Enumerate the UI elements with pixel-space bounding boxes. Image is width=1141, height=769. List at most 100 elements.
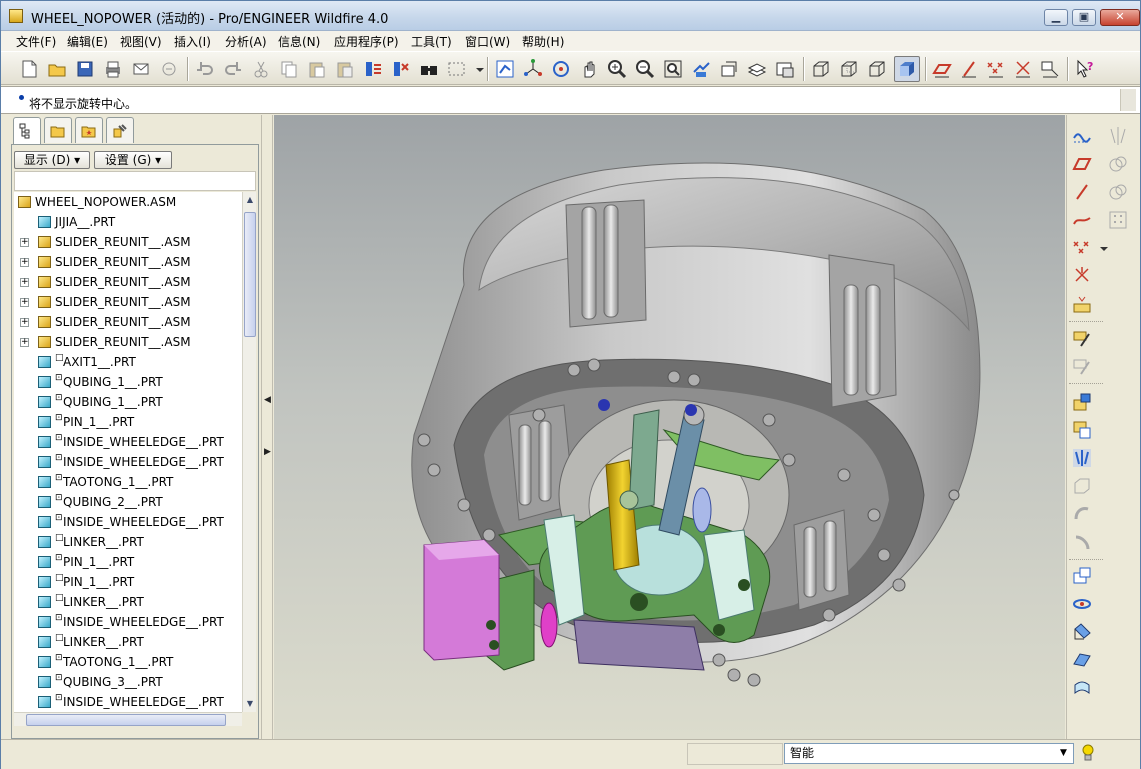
plane-icon[interactable] — [1071, 153, 1093, 175]
scroll-down-icon[interactable]: ▼ — [244, 698, 256, 710]
scroll-up-icon[interactable]: ▲ — [244, 194, 256, 206]
menu-applications[interactable]: 应用程序(P) — [334, 33, 399, 50]
tab-connections[interactable] — [106, 117, 134, 143]
expand-right-icon[interactable]: ▶ — [264, 447, 271, 457]
assemble-component-icon[interactable] — [1071, 391, 1093, 413]
mirror-tool-icon[interactable] — [1107, 125, 1129, 147]
redo-icon[interactable] — [222, 58, 244, 80]
graphics-window[interactable] — [274, 115, 1065, 739]
undo-icon[interactable] — [194, 58, 216, 80]
tree-item[interactable]: □ LINKER__.PRT — [14, 592, 242, 612]
scrollbar-thumb[interactable] — [26, 714, 226, 726]
saved-views-icon[interactable] — [718, 58, 740, 80]
tab-model-tree[interactable] — [13, 117, 41, 145]
paste-icon[interactable] — [306, 58, 328, 80]
zoom-out-icon[interactable] — [634, 58, 656, 80]
tree-item[interactable]: □ PIN_1__.PRT — [14, 572, 242, 592]
panel-splitter[interactable]: ◀ ▶ — [261, 115, 273, 739]
spin-center-icon[interactable] — [522, 58, 544, 80]
maximize-button[interactable]: ▣ — [1072, 9, 1096, 26]
layers-icon[interactable] — [746, 58, 768, 80]
menu-help[interactable]: 帮助(H) — [522, 33, 564, 50]
settings-dropdown[interactable]: 设置 (G) ▾ — [94, 151, 172, 169]
scrollbar-thumb[interactable] — [244, 212, 256, 337]
copy-icon[interactable] — [278, 58, 300, 80]
datum-planes-icon[interactable] — [931, 58, 953, 80]
print-icon[interactable] — [102, 58, 124, 80]
expand-icon[interactable]: + — [20, 338, 29, 347]
sweep-icon[interactable] — [1071, 531, 1093, 553]
send-link-icon[interactable] — [158, 58, 180, 80]
point-icon[interactable] — [1071, 237, 1093, 259]
tree-item[interactable]: + SLIDER_REUNIT__.ASM — [14, 272, 242, 292]
reorient-icon[interactable] — [690, 58, 712, 80]
selection-filter-select[interactable]: 智能 ▼ — [784, 743, 1074, 764]
draft-icon[interactable] — [1071, 621, 1093, 643]
new-file-icon[interactable] — [18, 58, 40, 80]
tab-folder-browser[interactable] — [44, 117, 72, 143]
pan-hand-icon[interactable] — [578, 58, 600, 80]
shell-icon[interactable] — [1071, 593, 1093, 615]
open-folder-icon[interactable] — [46, 58, 68, 80]
redraw-icon[interactable] — [494, 58, 516, 80]
hidden-line-icon[interactable] — [838, 58, 860, 80]
select-box-icon[interactable] — [446, 58, 468, 80]
annotation-display-icon[interactable] — [1039, 58, 1061, 80]
chamfer-icon[interactable] — [1071, 677, 1093, 699]
tree-item[interactable]: □ LINKER__.PRT — [14, 532, 242, 552]
tree-item[interactable]: + SLIDER_REUNIT__.ASM — [14, 332, 242, 352]
no-hidden-icon[interactable] — [866, 58, 888, 80]
paste-special-icon[interactable] — [334, 58, 356, 80]
extrude-icon[interactable] — [1071, 475, 1093, 497]
minimize-button[interactable]: ▁ — [1044, 9, 1068, 26]
menu-file[interactable]: 文件(F) — [16, 33, 56, 50]
tree-item[interactable]: + SLIDER_REUNIT__.ASM — [14, 312, 242, 332]
sketch-tool-icon[interactable] — [1071, 327, 1093, 349]
menu-tools[interactable]: 工具(T) — [411, 33, 452, 50]
revolve-icon[interactable] — [1071, 503, 1093, 525]
orient-mode-icon[interactable] — [550, 58, 572, 80]
tree-item[interactable]: □ AXIT1__.PRT — [14, 352, 242, 372]
tree-item[interactable]: □ LINKER__.PRT — [14, 632, 242, 652]
tree-item[interactable]: JIJIA__.PRT — [14, 212, 242, 232]
hole-icon[interactable] — [1071, 565, 1093, 587]
shading-icon[interactable] — [894, 56, 920, 82]
analysis-feature-icon[interactable] — [1071, 293, 1093, 315]
expand-icon[interactable]: + — [20, 298, 29, 307]
create-component-icon[interactable] — [1071, 419, 1093, 441]
tree-item[interactable]: ⊡ INSIDE_WHEELEDGE__.PRT — [14, 512, 242, 532]
wheel-assembly-model[interactable] — [274, 115, 1065, 739]
tree-item[interactable]: ⊡ QUBING_1__.PRT — [14, 372, 242, 392]
view-manager-icon[interactable] — [774, 58, 796, 80]
chevron-down-icon[interactable] — [469, 58, 484, 80]
tree-item[interactable]: ⊡ INSIDE_WHEELEDGE__.PRT — [14, 452, 242, 472]
tree-item[interactable]: ⊡ PIN_1__.PRT — [14, 552, 242, 572]
find-icon[interactable] — [418, 58, 440, 80]
close-button[interactable]: ✕ — [1100, 9, 1140, 26]
title-bar[interactable]: WHEEL_NOPOWER (活动的) - Pro/ENGINEER Wildf… — [1, 1, 1140, 31]
regeneration-manager-icon[interactable] — [390, 58, 412, 80]
menu-analysis[interactable]: 分析(A) — [225, 33, 267, 50]
axis-icon[interactable] — [1071, 181, 1093, 203]
tree-item[interactable]: ⊡ TAOTONG_1__.PRT — [14, 652, 242, 672]
merge-tool-icon[interactable] — [1107, 153, 1129, 175]
coordinate-systems-icon[interactable] — [1012, 58, 1034, 80]
expand-icon[interactable]: + — [20, 258, 29, 267]
show-dropdown[interactable]: 显示 (D) ▾ — [14, 151, 90, 169]
curve-icon[interactable] — [1071, 209, 1093, 231]
zoom-in-icon[interactable] — [606, 58, 628, 80]
tree-item[interactable]: + SLIDER_REUNIT__.ASM — [14, 252, 242, 272]
sketch-orient-icon[interactable] — [1071, 355, 1093, 377]
lightbulb-icon[interactable] — [1081, 743, 1095, 763]
tab-favorites[interactable] — [75, 117, 103, 143]
cut-icon[interactable] — [250, 58, 272, 80]
tree-item[interactable]: ⊡ QUBING_2__.PRT — [14, 492, 242, 512]
coordinate-system-icon[interactable] — [1071, 265, 1093, 287]
tree-item[interactable]: ⊡ TAOTONG_1__.PRT — [14, 472, 242, 492]
regenerate-icon[interactable] — [362, 58, 384, 80]
expand-icon[interactable]: + — [20, 278, 29, 287]
tree-horizontal-scrollbar[interactable] — [14, 712, 242, 726]
context-help-icon[interactable]: ? — [1074, 58, 1096, 80]
datum-axes-icon[interactable] — [958, 58, 980, 80]
tree-item[interactable]: WHEEL_NOPOWER.ASM — [14, 192, 242, 212]
